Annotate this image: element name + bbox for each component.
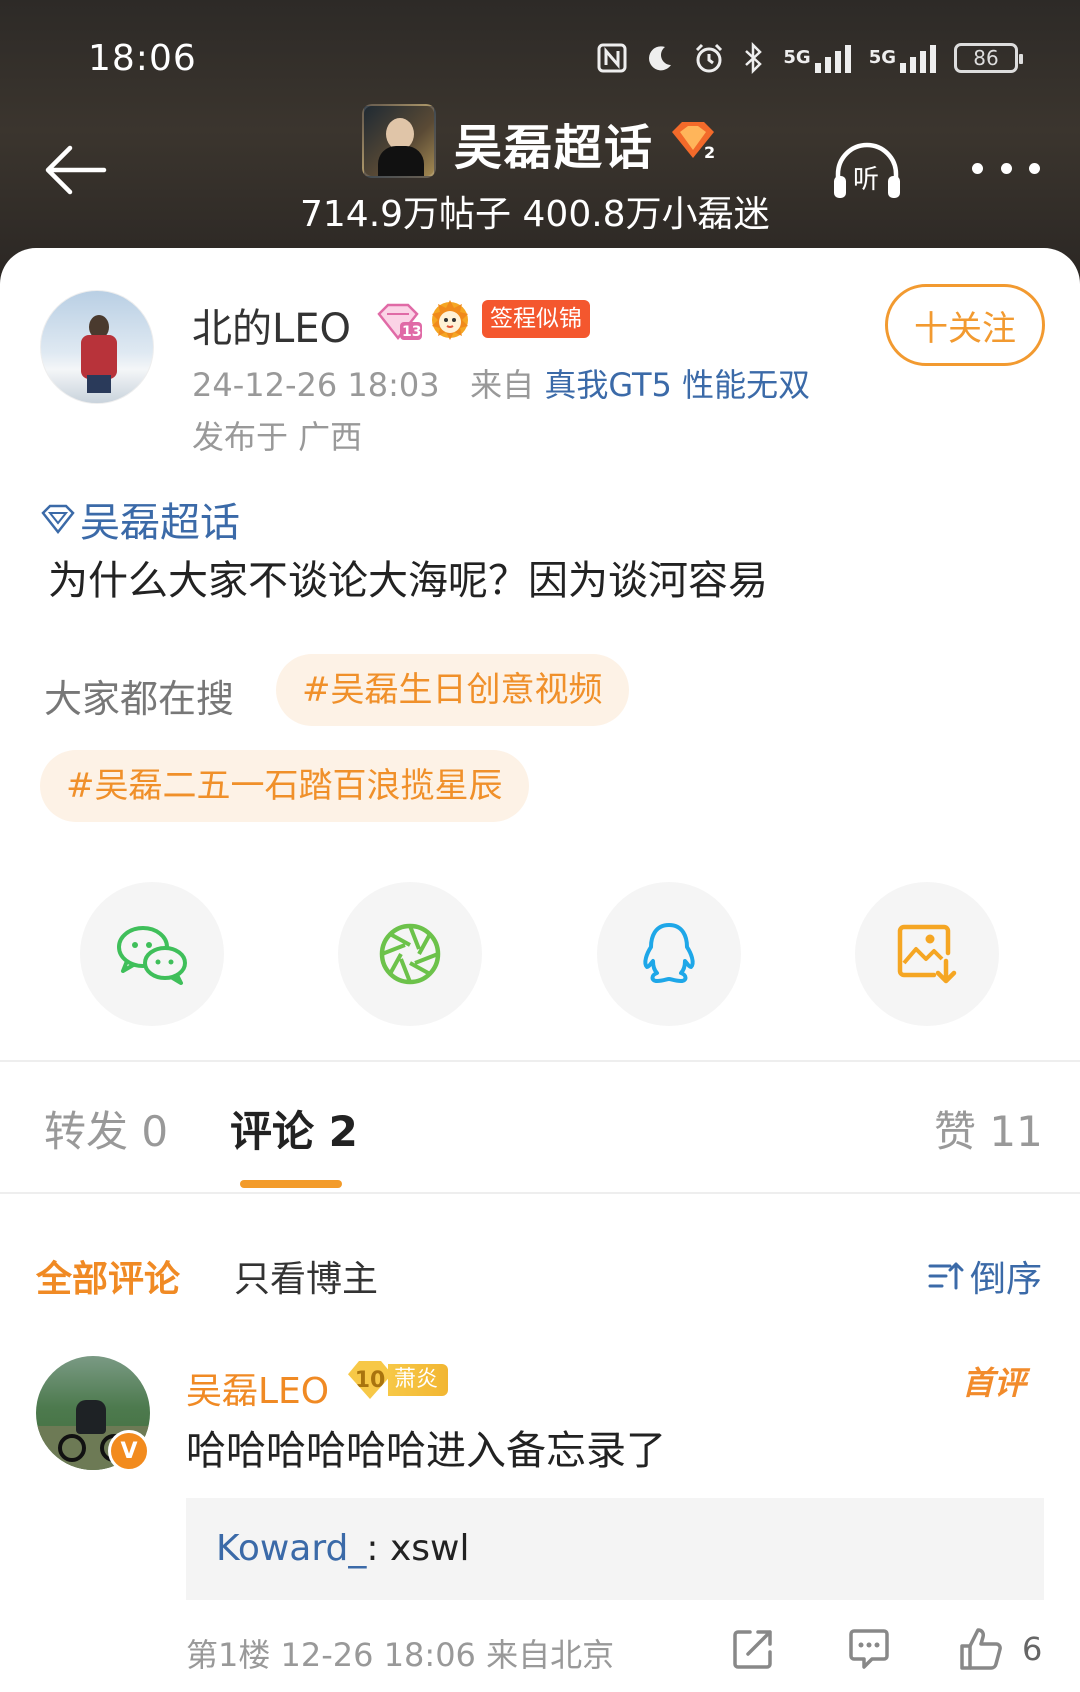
hot-search-chip[interactable]: #吴磊生日创意视频 <box>276 654 629 726</box>
tab-repost[interactable]: 转发 0 <box>44 1098 168 1159</box>
filter-all-comments[interactable]: 全部评论 <box>36 1250 180 1302</box>
svg-text:13: 13 <box>402 324 421 340</box>
like-comment-icon[interactable] <box>958 1626 1004 1672</box>
comment-like-count: 6 <box>1022 1630 1043 1668</box>
moments-icon <box>379 923 441 985</box>
author-name[interactable]: 北的LEO <box>192 296 351 354</box>
share-wechat-button[interactable] <box>80 882 224 1026</box>
share-comment-icon[interactable] <box>730 1626 776 1672</box>
share-moments-button[interactable] <box>338 882 482 1026</box>
first-comment-tag: 首评 <box>962 1364 1027 1402</box>
sort-label: 倒序 <box>970 1259 1043 1300</box>
share-qq-button[interactable] <box>597 882 741 1026</box>
save-image-button[interactable] <box>855 882 999 1026</box>
status-time: 18:06 <box>88 38 197 79</box>
listen-headphones-icon[interactable]: 听 <box>830 140 904 202</box>
reply-username[interactable]: Koward_ <box>216 1528 366 1569</box>
post-card: 北的LEO 13 签程似锦 十关注 24-12-26 18:03 来自 真我GT… <box>0 248 1080 1692</box>
status-icons: 5G 5G 86 <box>597 42 1023 74</box>
battery-icon: 86 <box>954 43 1023 73</box>
alarm-icon <box>693 42 725 74</box>
more-options-icon[interactable] <box>972 150 1040 186</box>
status-bar: 18:06 5G 5G 86 <box>0 30 1080 90</box>
reply-preview[interactable]: Koward_: xswl <box>186 1498 1044 1600</box>
topic-header: 18:06 5G 5G 86 吴磊超话 2 714.9万帖子 400.8万小磊迷… <box>0 0 1080 290</box>
interaction-tabs: 转发 0 评论 2 赞 11 <box>0 1088 1080 1198</box>
fan-badge: 10 萧炎 <box>348 1360 449 1400</box>
sort-order-button[interactable]: 倒序 <box>928 1250 1042 1302</box>
comment-meta: 第1楼 12-26 18:06 来自北京 <box>186 1636 615 1674</box>
wechat-icon <box>117 926 187 985</box>
fan-name: 萧炎 <box>388 1364 449 1396</box>
lion-badge-icon <box>428 298 472 342</box>
save-image-icon <box>897 924 957 984</box>
post-source-link[interactable]: 真我GT5 性能无双 <box>544 366 810 404</box>
share-row <box>0 882 1080 1028</box>
signal-1-icon: 5G <box>783 43 851 73</box>
verified-badge-icon: V <box>108 1430 150 1472</box>
supertopic-link[interactable]: 吴磊超话 <box>40 490 240 548</box>
author-avatar[interactable] <box>40 290 154 404</box>
filter-host-only[interactable]: 只看博主 <box>234 1250 378 1302</box>
divider <box>0 1192 1080 1194</box>
post-location: 发布于 广西 <box>192 418 363 456</box>
topic-avatar[interactable] <box>362 104 436 178</box>
topic-title[interactable]: 吴磊超话 <box>454 108 654 178</box>
nfc-icon <box>597 43 627 73</box>
tab-like[interactable]: 赞 11 <box>934 1098 1043 1159</box>
commenter-name[interactable]: 吴磊LEO <box>186 1362 329 1414</box>
divider <box>0 1060 1080 1062</box>
tab-comment[interactable]: 评论 2 <box>230 1098 358 1159</box>
post-time: 24-12-26 18:03 <box>192 366 440 404</box>
topic-stats: 714.9万帖子 400.8万小磊迷 <box>300 194 770 235</box>
post-text: 为什么大家不谈论大海呢？因为谈河容易 <box>48 558 768 604</box>
supertopic-label: 吴磊超话 <box>80 500 240 546</box>
tag-badge: 签程似锦 <box>482 300 590 338</box>
qq-icon <box>643 923 695 983</box>
svg-text:听: 听 <box>853 165 879 195</box>
fan-level: 10 <box>348 1361 392 1399</box>
topic-level-badge-icon: 2 <box>668 120 718 162</box>
svg-text:2: 2 <box>704 143 715 162</box>
reply-text: : xswl <box>366 1528 470 1569</box>
supertopic-diamond-icon <box>41 504 75 535</box>
moon-icon <box>645 43 675 73</box>
bluetooth-icon <box>743 42 765 74</box>
hot-search-chip[interactable]: #吴磊二五一石踏百浪揽星辰 <box>40 750 529 822</box>
post-from-label: 来自 <box>470 366 535 404</box>
sort-icon <box>928 1262 964 1290</box>
follow-button[interactable]: 十关注 <box>885 284 1045 366</box>
trending-search-label: 大家都在搜 <box>44 677 235 721</box>
comment-text: 哈哈哈哈哈哈进入备忘录了 <box>186 1428 666 1474</box>
active-tab-indicator <box>240 1180 342 1188</box>
back-arrow-icon[interactable] <box>40 140 112 200</box>
level-diamond-icon: 13 <box>376 302 422 342</box>
signal-2-icon: 5G <box>869 43 936 73</box>
post-meta: 24-12-26 18:03 来自 真我GT5 性能无双 <box>192 360 810 406</box>
reply-comment-icon[interactable] <box>846 1626 892 1672</box>
